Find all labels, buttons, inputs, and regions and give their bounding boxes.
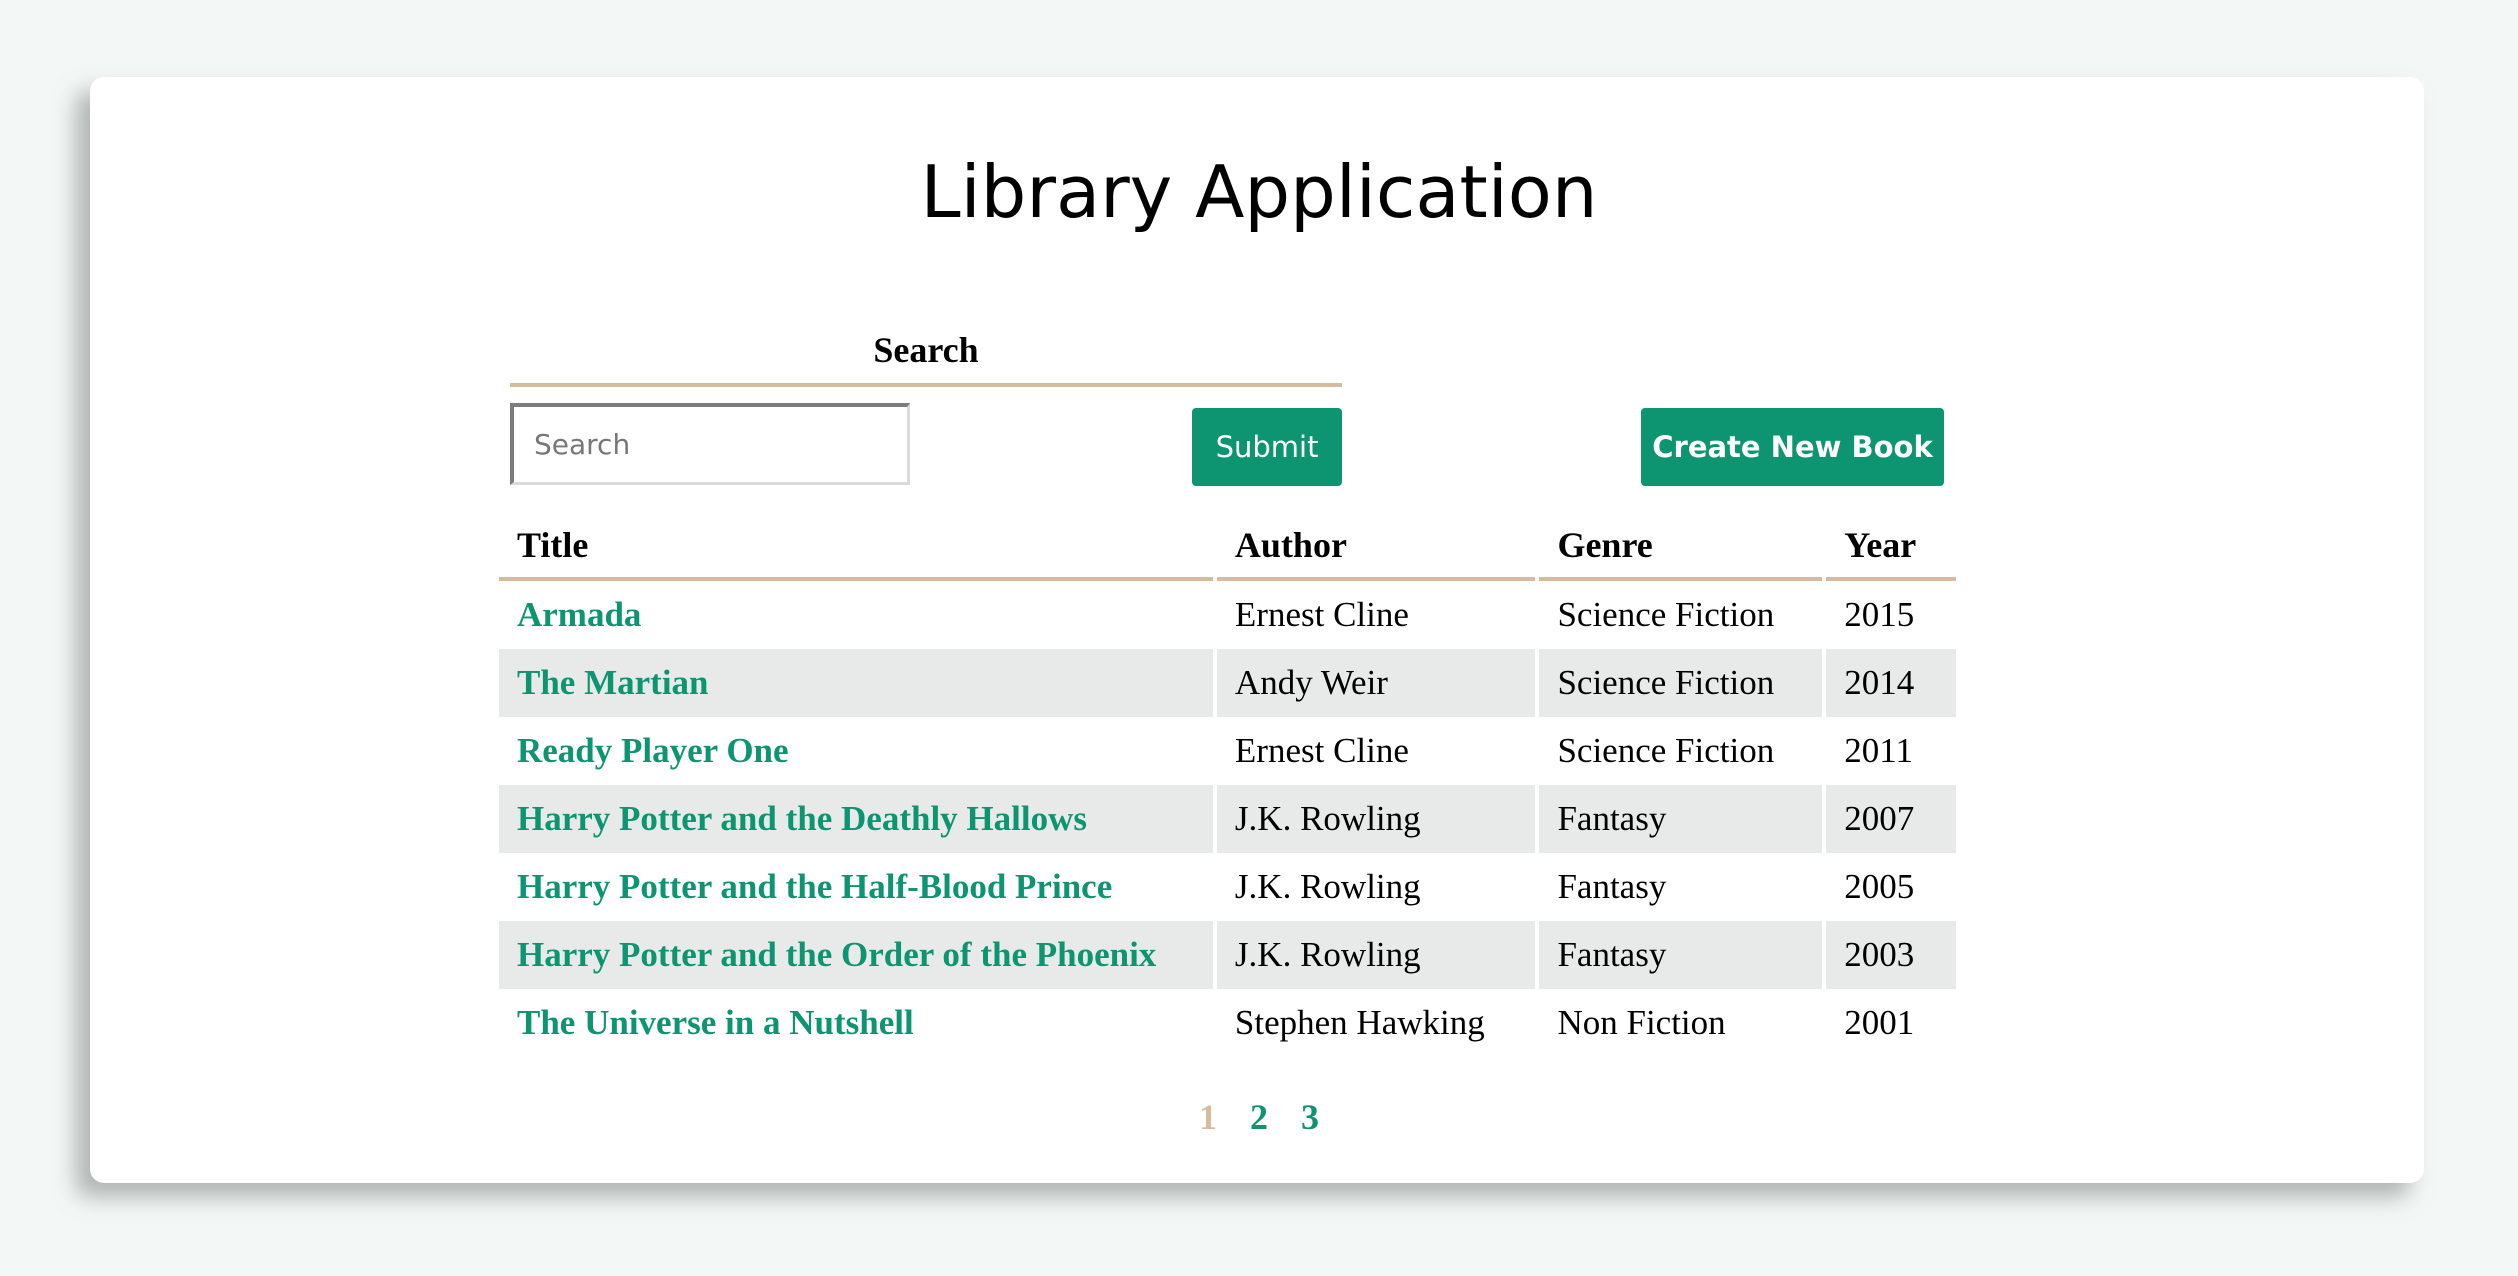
cell-genre: Science Fiction — [1557, 595, 1775, 634]
cell-year: 2005 — [1844, 867, 1915, 906]
cell-genre: Science Fiction — [1539, 649, 1823, 717]
table-row: The Universe in a Nutshell Stephen Hawki… — [499, 989, 1956, 1057]
cell-year: 2003 — [1826, 921, 1956, 989]
book-title-link[interactable]: Harry Potter and the Order of the Phoeni… — [517, 935, 1156, 974]
search-input[interactable] — [510, 403, 910, 485]
cell-author: Andy Weir — [1216, 649, 1536, 717]
cell-title: Harry Potter and the Half-Blood Prince — [499, 853, 1213, 921]
cell-title: Armada — [499, 581, 1213, 649]
cell-genre: Fantasy — [1539, 921, 1823, 989]
column-header-title: Title — [499, 513, 1213, 581]
column-header-genre: Genre — [1539, 513, 1823, 581]
submit-button[interactable]: Submit — [1192, 408, 1342, 486]
cell-year: 2011 — [1844, 731, 1913, 770]
table-row: Armada Ernest Cline Science Fiction 2015 — [499, 581, 1956, 649]
cell-year: 2007 — [1826, 785, 1956, 853]
page-link-2[interactable]: 2 — [1250, 1093, 1268, 1141]
column-header-year: Year — [1826, 513, 1956, 581]
cell-author: J.K. Rowling — [1216, 785, 1536, 853]
book-title-link[interactable]: Harry Potter and the Half-Blood Prince — [517, 867, 1112, 906]
table-row: Harry Potter and the Deathly Hallows J.K… — [499, 785, 1956, 853]
create-new-book-button[interactable]: Create New Book — [1641, 408, 1944, 486]
cell-genre: Fantasy — [1557, 867, 1667, 906]
table-header-row: Title Author Genre Year — [499, 513, 1956, 581]
column-header-author: Author — [1216, 513, 1536, 581]
cell-genre: Fantasy — [1539, 785, 1823, 853]
book-title-link[interactable]: Ready Player One — [517, 731, 789, 770]
table-row: The Martian Andy Weir Science Fiction 20… — [499, 649, 1956, 717]
cell-title: Harry Potter and the Deathly Hallows — [499, 785, 1213, 853]
pagination: 1 2 3 — [0, 1093, 2518, 1141]
cell-title: Ready Player One — [499, 717, 1213, 785]
books-table: Title Author Genre Year Armada Ernest Cl… — [495, 513, 1960, 1057]
cell-year: 2015 — [1844, 595, 1915, 634]
book-title-link[interactable]: Harry Potter and the Deathly Hallows — [517, 799, 1087, 838]
cell-author: J.K. Rowling — [1216, 921, 1536, 989]
page-link-3[interactable]: 3 — [1301, 1093, 1319, 1141]
book-title-link[interactable]: Armada — [517, 595, 641, 634]
book-title-link[interactable]: The Martian — [517, 663, 709, 702]
cell-author: J.K. Rowling — [1234, 867, 1421, 906]
table-row: Ready Player One Ernest Cline Science Fi… — [499, 717, 1956, 785]
cell-title: Harry Potter and the Order of the Phoeni… — [499, 921, 1213, 989]
cell-author: Ernest Cline — [1234, 595, 1409, 634]
cell-year: 2014 — [1826, 649, 1956, 717]
page-title: Library Application — [920, 150, 1598, 234]
cell-genre: Science Fiction — [1557, 731, 1775, 770]
cell-genre: Non Fiction — [1557, 1003, 1726, 1042]
search-section: Search — [510, 323, 1342, 387]
cell-title: The Universe in a Nutshell — [499, 989, 1213, 1057]
cell-author: Stephen Hawking — [1234, 1003, 1485, 1042]
search-heading: Search — [510, 323, 1342, 387]
cell-title: The Martian — [499, 649, 1213, 717]
cell-author: Ernest Cline — [1234, 731, 1409, 770]
cell-year: 2001 — [1844, 1003, 1915, 1042]
table-row: Harry Potter and the Order of the Phoeni… — [499, 921, 1956, 989]
table-row: Harry Potter and the Half-Blood Prince J… — [499, 853, 1956, 921]
book-title-link[interactable]: The Universe in a Nutshell — [517, 1003, 914, 1042]
page-link-1[interactable]: 1 — [1199, 1093, 1217, 1141]
